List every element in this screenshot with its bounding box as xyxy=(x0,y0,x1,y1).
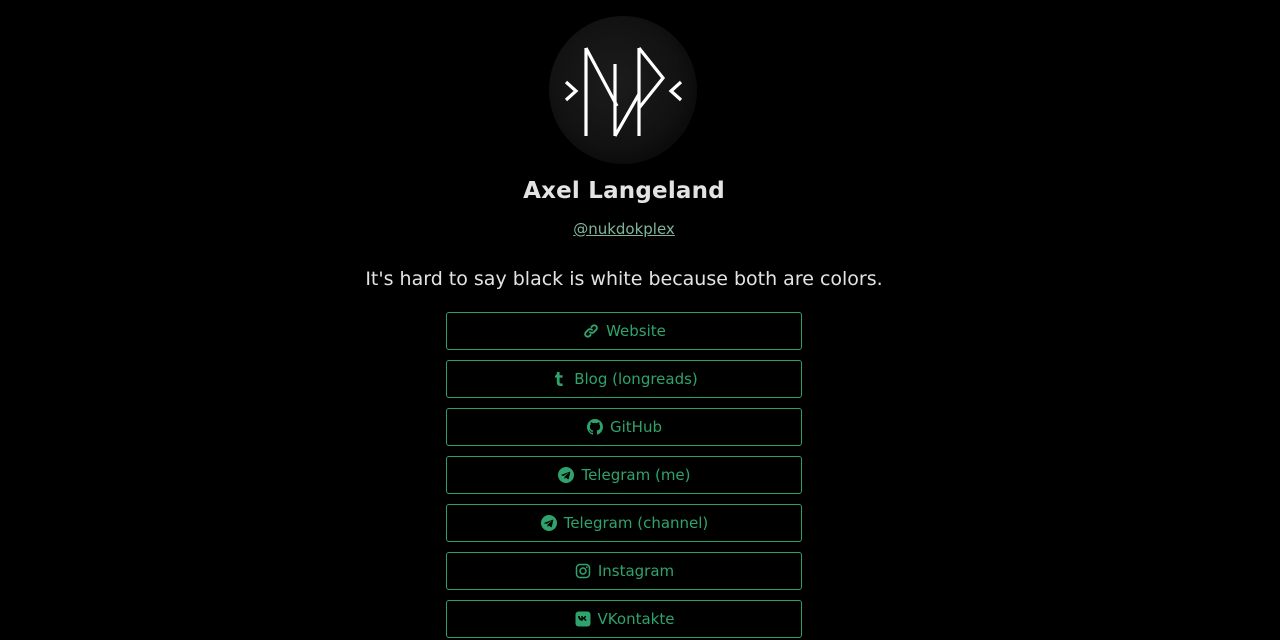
profile-handle: @nukdokplex xyxy=(0,220,1248,238)
vkontakte-label: VKontakte xyxy=(597,610,675,628)
telegram-channel-label: Telegram (channel) xyxy=(563,514,709,532)
instagram-button[interactable]: Instagram xyxy=(446,552,802,590)
website-label: Website xyxy=(606,322,666,340)
github-button[interactable]: GitHub xyxy=(446,408,802,446)
blog-button[interactable]: Blog (longreads) xyxy=(446,360,802,398)
github-icon xyxy=(586,418,604,436)
github-label: GitHub xyxy=(610,418,662,436)
profile-page: Axel Langeland @nukdokplex It's hard to … xyxy=(0,0,1280,640)
profile-bio: It's hard to say black is white because … xyxy=(365,268,883,290)
vk-icon xyxy=(574,610,592,628)
profile-name: Axel Langeland xyxy=(523,178,725,204)
tumblr-icon xyxy=(550,370,568,388)
logo-icon xyxy=(564,47,683,137)
telegram-me-label: Telegram (me) xyxy=(581,466,691,484)
telegram-me-button[interactable]: Telegram (me) xyxy=(446,456,802,494)
instagram-icon xyxy=(574,562,592,580)
avatar xyxy=(549,16,697,164)
telegram-icon xyxy=(540,514,558,532)
link-icon xyxy=(582,322,600,340)
website-button[interactable]: Website xyxy=(446,312,802,350)
links-list: Website Blog (longreads) GitHub Telegram… xyxy=(446,312,802,640)
telegram-channel-button[interactable]: Telegram (channel) xyxy=(446,504,802,542)
vkontakte-button[interactable]: VKontakte xyxy=(446,600,802,638)
telegram-icon xyxy=(557,466,575,484)
blog-label: Blog (longreads) xyxy=(574,370,698,388)
profile-handle-link[interactable]: @nukdokplex xyxy=(573,220,675,238)
instagram-label: Instagram xyxy=(597,562,675,580)
